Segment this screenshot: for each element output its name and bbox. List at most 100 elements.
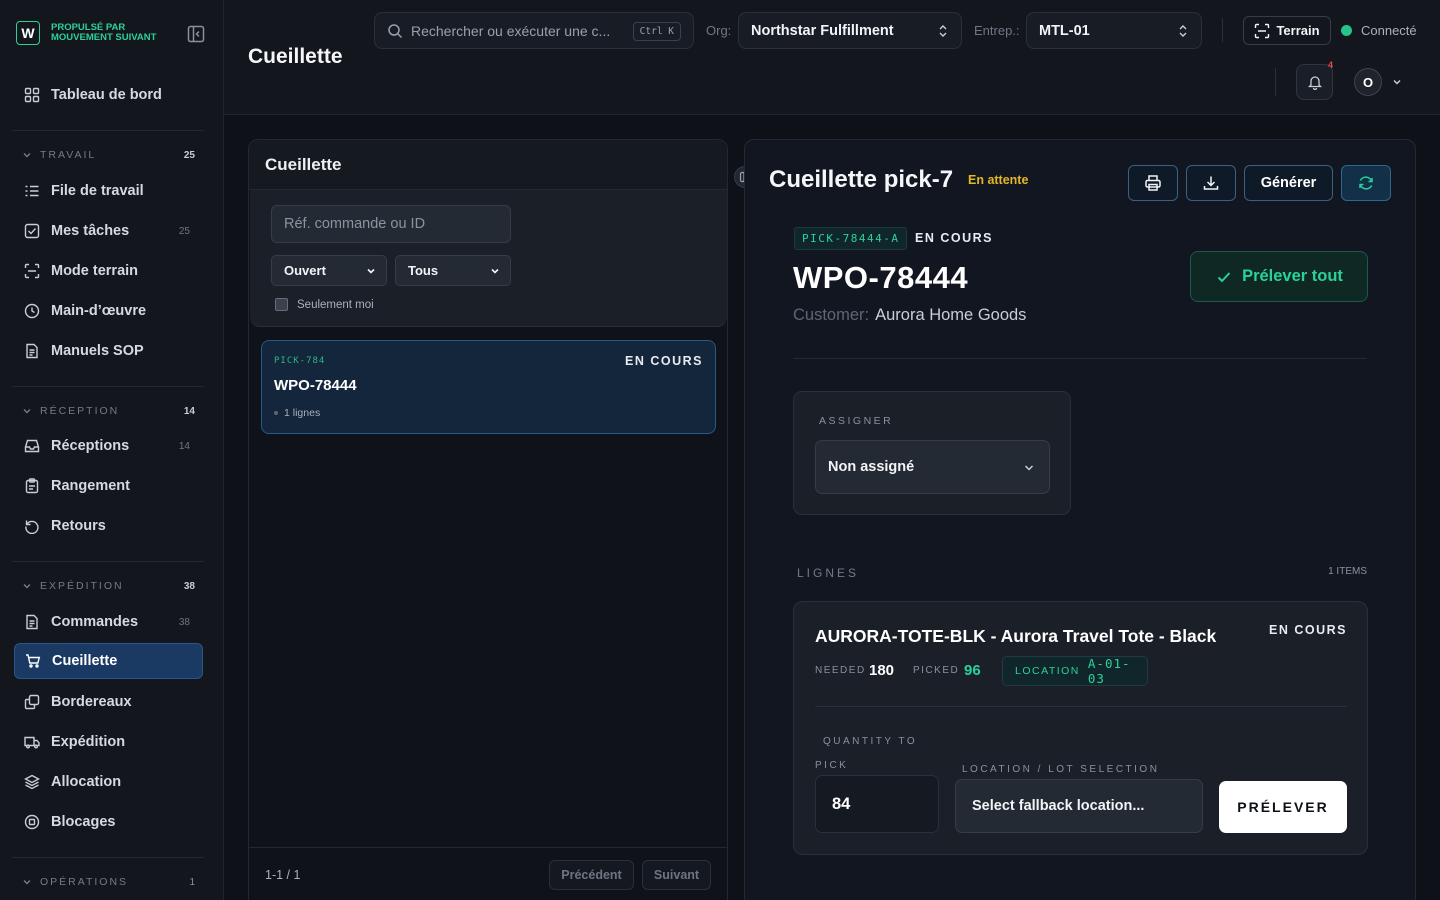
section-title: RÉCEPTION: [40, 405, 120, 417]
chevron-down-icon[interactable]: [1391, 76, 1403, 88]
sidebar-item-orders[interactable]: Commandes 38: [14, 604, 203, 640]
sidebar-item-label: File de travail: [51, 183, 144, 199]
next-page-button[interactable]: Suivant: [642, 860, 711, 890]
scope-filter-select[interactable]: Tous: [395, 255, 511, 286]
only-me-toggle[interactable]: Seulement moi: [275, 298, 374, 311]
sidebar-item-label: Manuels SOP: [51, 343, 144, 359]
section-count: 1: [189, 876, 195, 888]
org-label: Org:: [706, 23, 732, 38]
warehouse-label: Entrep.:: [974, 23, 1020, 38]
sidebar-divider: [12, 130, 204, 131]
location-value: A-01-03: [1087, 656, 1131, 686]
detail-status-badge: En attente: [968, 173, 1029, 187]
brand-line-2: MOUVEMENT SUIVANT: [51, 32, 157, 43]
sidebar-item-field-mode[interactable]: Mode terrain: [14, 253, 203, 289]
sidebar-item-count: 14: [178, 440, 190, 452]
scan-icon: [1255, 23, 1270, 38]
assign-box: ASSIGNER Non assigné: [793, 391, 1071, 515]
chevron-down-icon: [491, 268, 499, 274]
clock-icon: [24, 303, 40, 319]
sidebar-item-label: Tableau de bord: [51, 87, 162, 103]
section-count: 25: [183, 149, 195, 161]
connection-status: Connecté: [1341, 23, 1417, 38]
chevron-down-icon: [23, 584, 31, 589]
sidebar-item-labor[interactable]: Main-d’œuvre: [14, 293, 203, 329]
sidebar-item-putaway[interactable]: Rangement: [14, 468, 203, 504]
section-travail[interactable]: TRAVAIL 25: [22, 147, 202, 163]
order-search-input[interactable]: [271, 205, 511, 243]
assignee-select[interactable]: Non assigné: [815, 440, 1050, 494]
sidebar-item-label: Retours: [51, 518, 106, 534]
sidebar-item-shipping[interactable]: Expédition: [14, 724, 203, 760]
chevron-updown-icon: [939, 25, 947, 37]
section-reception[interactable]: RÉCEPTION 14: [22, 403, 202, 419]
sidebar-item-slips[interactable]: Bordereaux: [14, 684, 203, 720]
sidebar-item-label: Expédition: [51, 734, 126, 750]
bullet-icon: [274, 411, 278, 415]
download-button[interactable]: [1186, 165, 1236, 201]
location-label: LOCATION: [1015, 665, 1080, 677]
generate-button[interactable]: Générer: [1244, 165, 1333, 201]
sidebar-collapse-icon[interactable]: [186, 24, 206, 44]
chevron-down-icon: [23, 880, 31, 885]
status-filter-select[interactable]: Ouvert: [271, 255, 387, 286]
pager-label: 1-1 / 1: [265, 868, 301, 882]
pick-all-label: Prélever tout: [1242, 267, 1343, 285]
only-me-checkbox[interactable]: [275, 298, 288, 311]
header-separator: [1275, 68, 1276, 96]
copy-icon: [24, 694, 40, 710]
sidebar-item-label: Bordereaux: [51, 694, 132, 710]
prev-page-button[interactable]: Précédent: [549, 860, 634, 890]
pick-id: PICK-784: [274, 356, 326, 366]
org-value: Northstar Fulfillment: [751, 22, 894, 39]
quantity-input[interactable]: 84: [815, 775, 939, 833]
pick-lines: 1 lignes: [274, 407, 320, 419]
sidebar-item-my-tasks[interactable]: Mes tâches 25: [14, 213, 203, 249]
sidebar-item-returns[interactable]: Retours: [14, 508, 203, 544]
user-avatar[interactable]: O: [1354, 68, 1382, 96]
sidebar-item-label: Mode terrain: [51, 263, 139, 279]
section-expedition[interactable]: EXPÉDITION 38: [22, 578, 202, 594]
sidebar-item-picking[interactable]: Cueillette: [14, 643, 203, 679]
terrain-button[interactable]: Terrain: [1243, 16, 1331, 45]
sidebar-item-sop-manuals[interactable]: Manuels SOP: [14, 333, 203, 369]
pick-status: EN COURS: [625, 354, 703, 368]
pick-all-button[interactable]: Prélever tout: [1190, 251, 1368, 302]
location-badge: LOCATION A-01-03: [1002, 656, 1148, 686]
brand[interactable]: W PROPULSÉ PAR MOUVEMENT SUIVANT: [16, 21, 156, 45]
chevron-down-icon: [23, 409, 31, 414]
sidebar-item-label: Allocation: [51, 774, 122, 790]
line-divider: [815, 706, 1347, 707]
sidebar-item-allocation[interactable]: Allocation: [14, 764, 203, 800]
refresh-button[interactable]: [1341, 165, 1391, 201]
document-icon: [26, 614, 38, 630]
sidebar-item-dashboard[interactable]: Tableau de bord: [14, 77, 203, 113]
detail-divider: [793, 358, 1367, 359]
command-search[interactable]: Rechercher ou exécuter une c... Ctrl K: [374, 12, 694, 49]
sidebar-item-receptions[interactable]: Réceptions 14: [14, 428, 203, 464]
block-icon: [24, 814, 40, 830]
org-select[interactable]: Northstar Fulfillment: [738, 12, 962, 49]
detail-title: Cueillette pick-7: [769, 166, 954, 193]
sidebar-divider: [12, 857, 204, 858]
needed-label: NEEDED: [815, 665, 866, 676]
scan-icon: [24, 263, 40, 279]
notification-badge: 4: [1328, 60, 1334, 70]
section-operations[interactable]: OPÉRATIONS 1: [22, 874, 202, 890]
undo-icon: [25, 520, 39, 534]
sidebar-item-holds[interactable]: Blocages: [14, 804, 203, 840]
pick-lines-label: 1 lignes: [284, 407, 321, 419]
print-button[interactable]: [1128, 165, 1178, 201]
sidebar-divider: [12, 386, 204, 387]
filter-box: Ouvert Tous Seulement moi: [250, 190, 727, 327]
pick-detail-panel: Cueillette pick-7 En attente Générer PIC…: [744, 139, 1416, 900]
sidebar-divider: [12, 561, 204, 562]
sidebar-item-worklist[interactable]: File de travail: [14, 173, 203, 209]
fallback-location-select[interactable]: Select fallback location...: [955, 779, 1203, 833]
pick-list-item[interactable]: PICK-784 EN COURS WPO-78444 1 lignes: [261, 340, 716, 434]
status-dot-icon: [1341, 25, 1352, 36]
pick-button[interactable]: PRÉLEVER: [1219, 781, 1347, 833]
sidebar: W PROPULSÉ PAR MOUVEMENT SUIVANT Tableau…: [0, 0, 224, 900]
warehouse-select[interactable]: MTL-01: [1026, 12, 1202, 49]
lines-label: LIGNES: [797, 566, 860, 580]
